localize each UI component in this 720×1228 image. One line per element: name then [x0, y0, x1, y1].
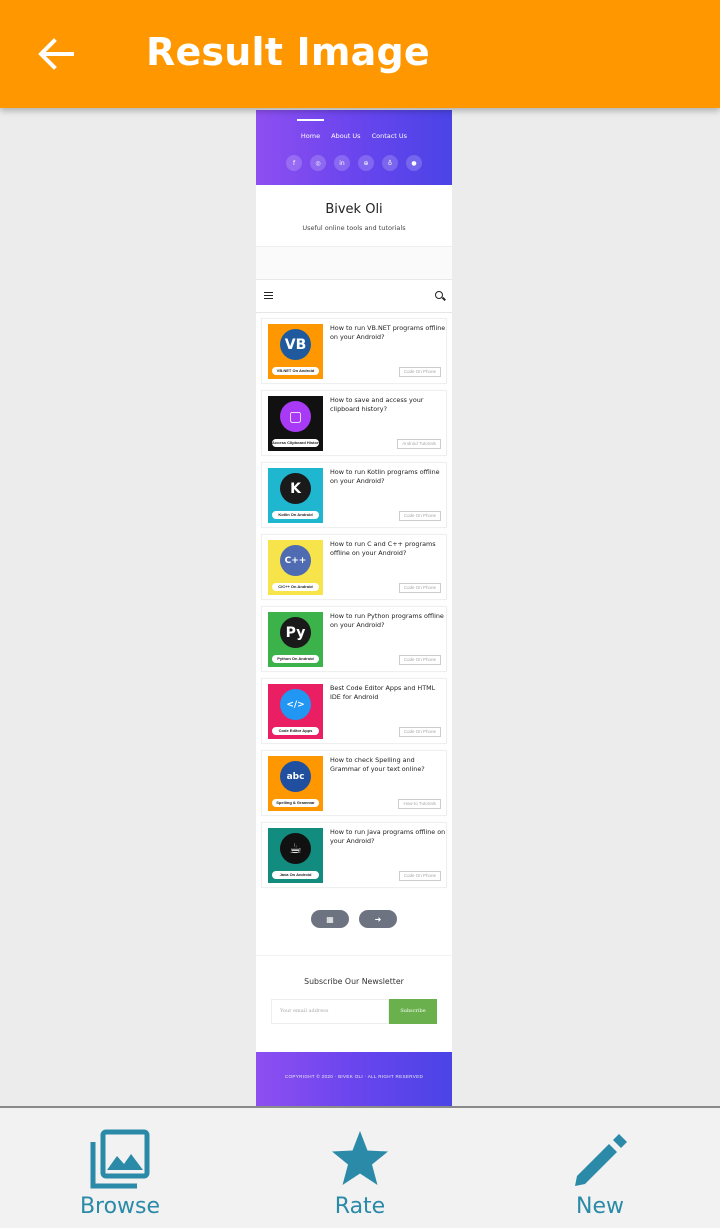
post-category-badge: How-to Tutorials — [398, 799, 441, 809]
ad-space — [256, 247, 452, 280]
post-thumbnail-caption: Java On Android — [272, 871, 319, 879]
app-bar-title: Result Image — [146, 30, 430, 74]
post-card: ▢ Access Clipboard History How to save and… — [261, 390, 447, 456]
post-title: How to run Kotlin programs offline on yo… — [330, 468, 440, 485]
post-category-badge: Code On Phone — [398, 583, 441, 593]
new-button[interactable]: New — [480, 1108, 720, 1228]
newsletter: Subscribe Our Newsletter Your email addr… — [256, 955, 452, 1050]
instagram-icon: ◎ — [310, 155, 326, 171]
post-thumbnail-caption: Kotlin On Android — [272, 511, 319, 519]
linkedin-icon: in — [334, 155, 350, 171]
post-thumbnail: C++ C/C++ On Android — [268, 540, 323, 595]
post-thumbnail: </> Code Editor Apps — [268, 684, 323, 739]
back-arrow-icon — [38, 38, 74, 70]
social-links: f ◎ in ⊕ ♁ ● — [256, 155, 452, 171]
hamburger-menu-icon — [264, 292, 273, 299]
post-list: VB VB.NET On Android How to run VB.NET pro… — [261, 318, 447, 894]
post-thumbnail: ☕ Java On Android — [268, 828, 323, 883]
post-title: How to run Java programs offline on your… — [330, 828, 446, 845]
post-thumbnail-caption: Code Editor Apps — [272, 727, 319, 735]
post-title: How to run VB.NET programs offline on yo… — [330, 324, 446, 341]
site-title: Bivek Oli — [325, 202, 383, 217]
site-nav: Home About Us Contact Us — [256, 119, 452, 140]
post-card: K Kotlin On Android How to run Kotlin prog… — [261, 462, 447, 528]
user-icon: ● — [406, 155, 422, 171]
post-thumbnail-caption: Access Clipboard History — [272, 439, 319, 447]
post-logo-icon: ▢ — [280, 401, 311, 432]
next-arrow-icon: ➜ — [359, 910, 397, 928]
post-thumbnail: abc Spelling & Grammar — [268, 756, 323, 811]
github-icon: ♁ — [382, 155, 398, 171]
site-header: Home About Us Contact Us f ◎ in ⊕ ♁ ● — [256, 110, 452, 185]
result-image: Home About Us Contact Us f ◎ in ⊕ ♁ ● Bi… — [256, 110, 452, 1106]
post-thumbnail: K Kotlin On Android — [268, 468, 323, 523]
copyright-text: COPYRIGHT © 2020 · BIVEK OLI · ALL RIGHT… — [284, 1074, 424, 1079]
post-logo-icon: </> — [280, 689, 311, 720]
subscribe-button: Subscribe — [389, 999, 437, 1024]
post-thumbnail: Py Python On Android — [268, 612, 323, 667]
site-footer: COPYRIGHT © 2020 · BIVEK OLI · ALL RIGHT… — [256, 1052, 452, 1106]
search-icon — [435, 291, 443, 299]
pagination: ▦ ➜ — [256, 910, 452, 928]
nav-home: Home — [296, 119, 325, 140]
app-bar: Result Image — [0, 0, 720, 108]
nav-contact: Contact Us — [371, 132, 408, 140]
post-card: abc Spelling & Grammar How to check Spelli… — [261, 750, 447, 816]
back-button[interactable] — [34, 34, 78, 74]
nav-about: About Us — [331, 132, 361, 140]
post-category-badge: Code On Phone — [398, 367, 441, 377]
post-title: How to run Python programs offline on yo… — [330, 612, 444, 629]
site-tagline: Useful online tools and tutorials — [302, 224, 406, 232]
site-brand: Bivek Oli Useful online tools and tutori… — [256, 185, 452, 247]
facebook-icon: f — [286, 155, 302, 171]
new-label: New — [576, 1194, 624, 1219]
pencil-icon — [575, 1134, 627, 1186]
rate-label: Rate — [334, 1194, 386, 1219]
gallery-icon — [90, 1129, 150, 1189]
post-logo-icon: K — [280, 473, 311, 504]
post-thumbnail-caption: C/C++ On Android — [272, 583, 319, 591]
post-category-badge: Code On Phone — [398, 655, 441, 665]
post-card: VB VB.NET On Android How to run VB.NET pro… — [261, 318, 447, 384]
post-thumbnail-caption: Spelling & Grammar — [272, 799, 319, 807]
post-logo-icon: abc — [280, 761, 311, 792]
post-thumbnail: ▢ Access Clipboard History — [268, 396, 323, 451]
newsletter-title: Subscribe Our Newsletter — [304, 977, 404, 986]
newsletter-email-field: Your email address — [271, 999, 389, 1024]
post-logo-icon: ☕ — [280, 833, 311, 864]
post-thumbnail-caption: VB.NET On Android — [272, 367, 319, 375]
site-toolbar — [256, 281, 452, 313]
post-card: ☕ Java On Android How to run Java programs… — [261, 822, 447, 888]
grid-home-icon: ▦ — [311, 910, 349, 928]
rate-button[interactable]: Rate — [240, 1108, 480, 1228]
bottom-navigation: Browse Rate New — [0, 1106, 720, 1228]
post-thumbnail: VB VB.NET On Android — [268, 324, 323, 379]
star-icon — [332, 1131, 388, 1185]
browse-button[interactable]: Browse — [0, 1108, 240, 1228]
post-category-badge: Android Tutorials — [397, 439, 441, 449]
browse-label: Browse — [79, 1194, 161, 1219]
post-thumbnail-caption: Python On Android — [272, 655, 319, 663]
post-card: </> Code Editor Apps Best Code Editor Apps… — [261, 678, 447, 744]
post-title: Best Code Editor Apps and HTML IDE for A… — [330, 684, 436, 701]
dribbble-icon: ⊕ — [358, 155, 374, 171]
post-logo-icon: Py — [280, 617, 311, 648]
post-category-badge: Code On Phone — [398, 727, 441, 737]
post-card: C++ C/C++ On Android How to run C and C++ … — [261, 534, 447, 600]
post-card: Py Python On Android How to run Python pro… — [261, 606, 447, 672]
post-title: How to run C and C++ programs offline on… — [330, 540, 436, 557]
post-category-badge: Code On Phone — [398, 511, 441, 521]
post-category-badge: Code On Phone — [398, 871, 441, 881]
post-logo-icon: C++ — [280, 545, 311, 576]
post-title: How to save and access your clipboard hi… — [330, 396, 424, 413]
post-title: How to check Spelling and Grammar of you… — [330, 756, 425, 773]
post-logo-icon: VB — [280, 329, 311, 360]
